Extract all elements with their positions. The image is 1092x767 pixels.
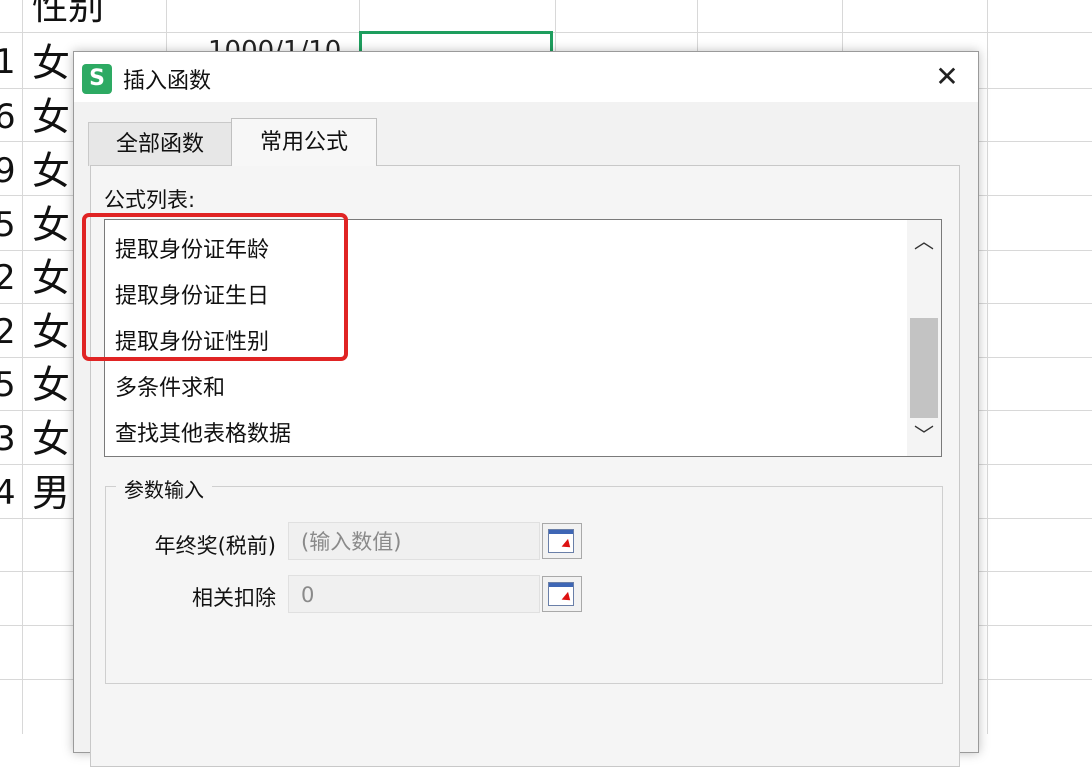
- tab-all-functions[interactable]: 全部函数: [88, 122, 232, 166]
- row-number-cell[interactable]: 6: [0, 100, 16, 134]
- range-picker-button[interactable]: [542, 523, 582, 559]
- row-number-cell[interactable]: 3: [0, 422, 16, 456]
- dialog-titlebar[interactable]: S 插入函数 ✕: [74, 52, 978, 102]
- chevron-down-icon[interactable]: ﹀: [907, 418, 941, 452]
- insert-function-dialog: S 插入函数 ✕ 全部函数 常用公式 公式列表: 提取身份证年龄 提取身份证生日…: [73, 51, 979, 767]
- gender-cell[interactable]: 女: [32, 313, 70, 351]
- cursor-arrow-icon: [561, 591, 574, 605]
- list-scrollbar[interactable]: ︿ ﹀: [907, 220, 941, 456]
- scroll-thumb[interactable]: [910, 318, 938, 418]
- row-number-cell[interactable]: 1: [0, 45, 16, 79]
- gender-cell[interactable]: 女: [32, 420, 70, 458]
- row-number-cell[interactable]: 2: [0, 315, 16, 349]
- range-picker-button[interactable]: [542, 576, 582, 612]
- params-group-title: 参数输入: [116, 474, 212, 503]
- param-label-deduction: 相关扣除: [192, 586, 276, 610]
- wps-app-icon: S: [82, 64, 112, 94]
- column-header-gender[interactable]: 性别: [32, 0, 104, 26]
- highlight-box: [82, 213, 348, 361]
- picker-bar: [549, 530, 573, 534]
- dialog-title: 插入函数: [123, 69, 212, 94]
- cursor-arrow-icon: [561, 538, 574, 552]
- gender-cell[interactable]: 女: [32, 259, 70, 297]
- tab-common-formulas[interactable]: 常用公式: [231, 118, 377, 166]
- param-input-deduction[interactable]: 0: [288, 575, 540, 613]
- formula-item-lookup[interactable]: 查找其他表格数据: [115, 416, 291, 448]
- gender-cell[interactable]: 男: [32, 474, 70, 512]
- grid-line: [987, 0, 988, 734]
- param-input-bonus[interactable]: (输入数值): [288, 522, 540, 560]
- row-number-cell[interactable]: 5: [0, 368, 16, 402]
- gender-cell[interactable]: 女: [32, 98, 70, 136]
- range-picker-icon: [548, 582, 574, 606]
- row-number-cell[interactable]: 4: [0, 476, 16, 510]
- row-number-cell[interactable]: 2: [0, 261, 16, 295]
- gender-cell[interactable]: 女: [32, 152, 70, 190]
- range-picker-icon: [548, 529, 574, 553]
- gender-cell[interactable]: 女: [32, 366, 70, 404]
- grid-line: [22, 0, 23, 734]
- formula-item-multi-sum[interactable]: 多条件求和: [115, 370, 225, 402]
- gender-cell[interactable]: 女: [32, 206, 70, 244]
- gender-cell[interactable]: 女: [32, 44, 70, 82]
- chevron-up-icon[interactable]: ︿: [907, 224, 941, 258]
- picker-bar: [549, 583, 573, 587]
- row-number-cell[interactable]: 5: [0, 208, 16, 242]
- formula-list-label: 公式列表:: [104, 188, 196, 212]
- close-button[interactable]: ✕: [929, 60, 965, 96]
- row-number-cell[interactable]: 9: [0, 154, 16, 188]
- param-label-bonus: 年终奖(税前): [154, 534, 276, 558]
